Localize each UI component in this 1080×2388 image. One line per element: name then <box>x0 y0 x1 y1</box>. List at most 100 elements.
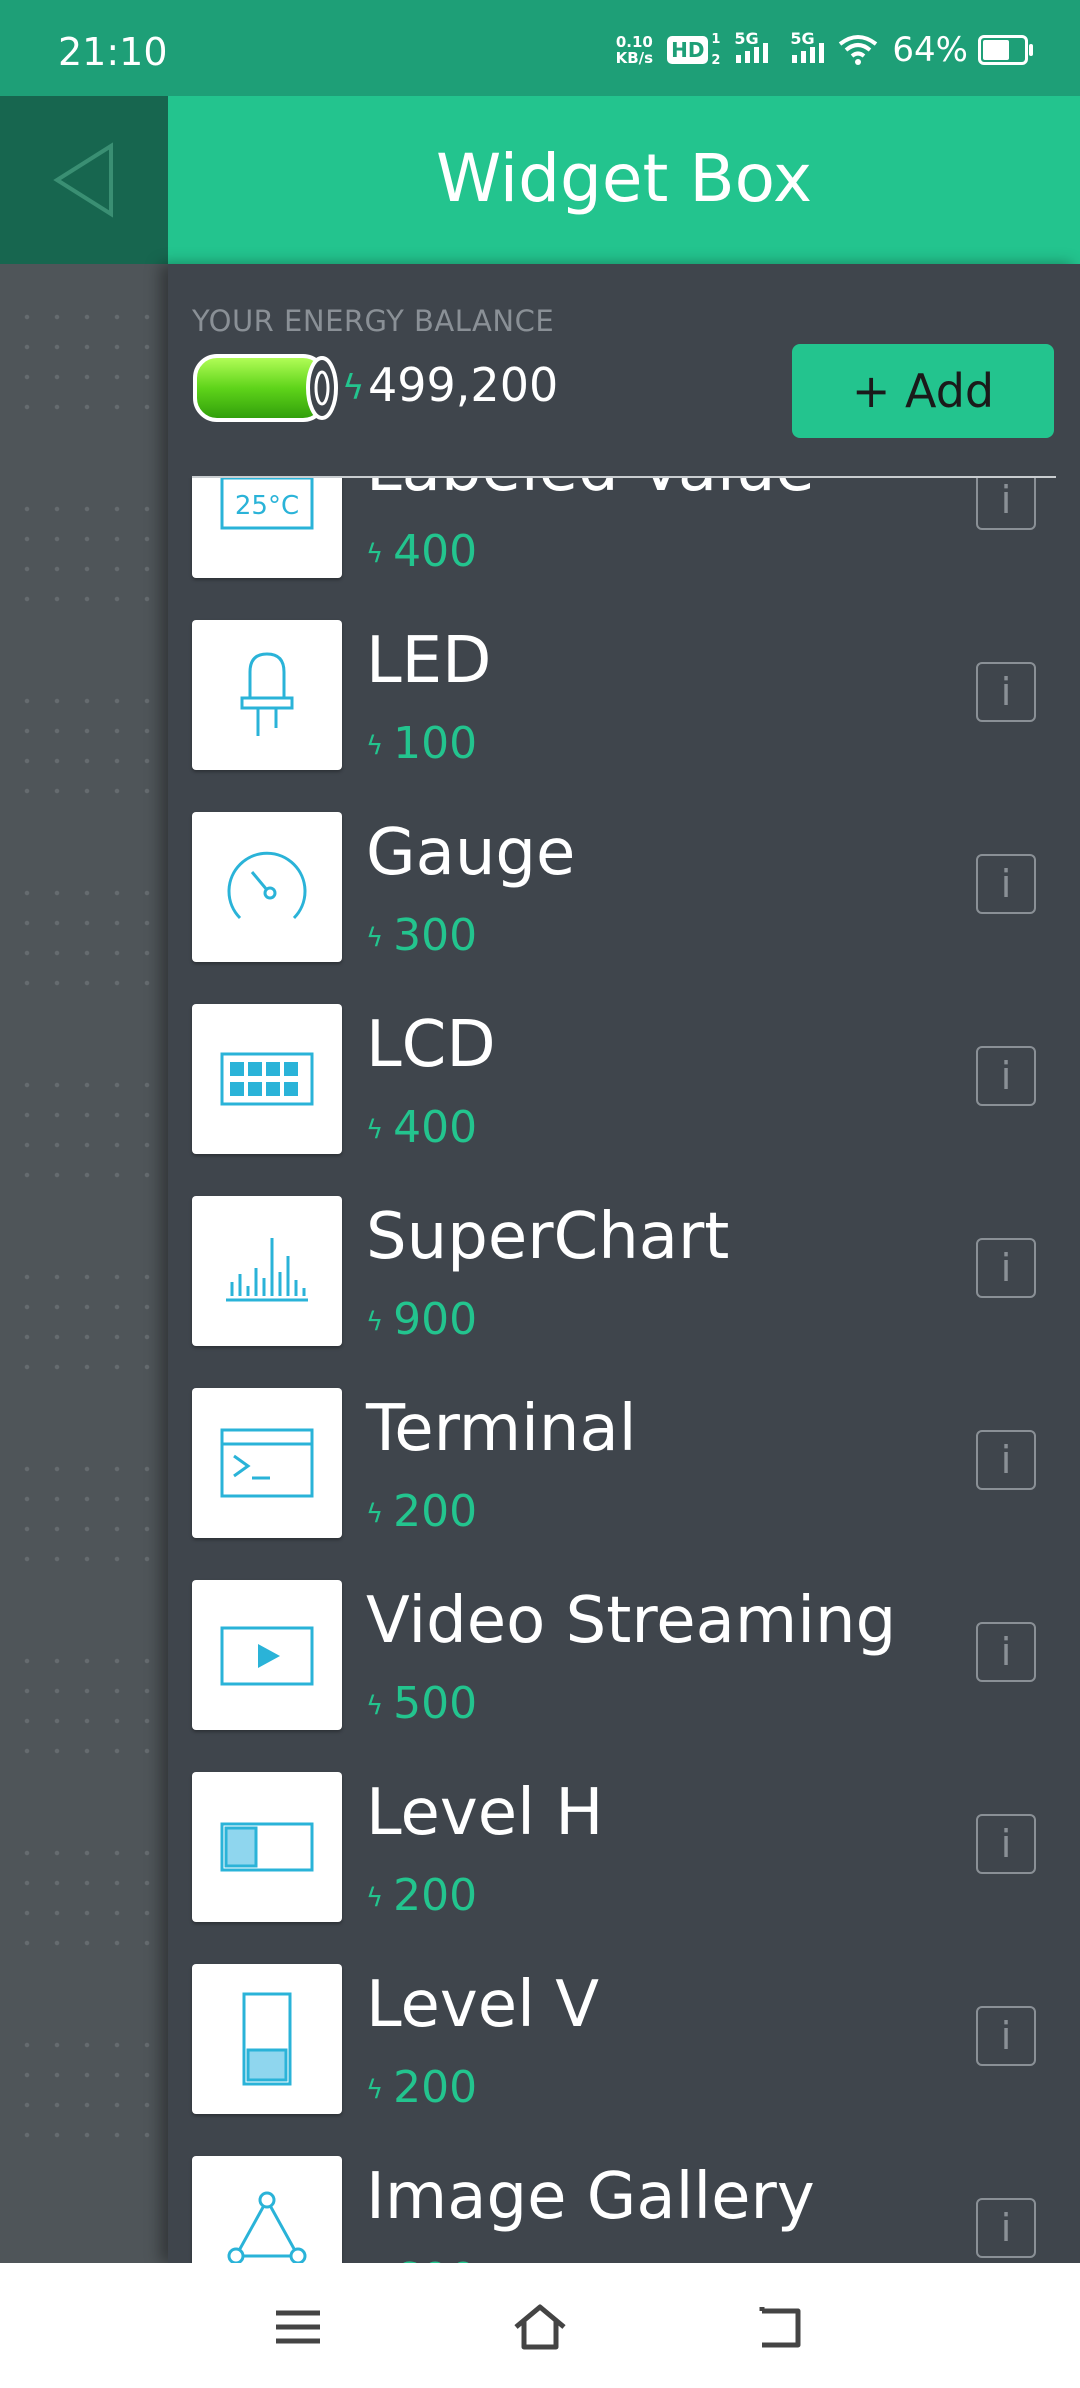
widget-item-video-streaming[interactable]: Video Streaming ϟ 500 i <box>168 1560 1080 1752</box>
bolt-icon: ϟ <box>366 923 384 953</box>
bolt-icon: ϟ <box>366 2075 384 2105</box>
bolt-icon: ϟ <box>366 1691 384 1721</box>
info-button[interactable]: i <box>976 2198 1036 2258</box>
info-button[interactable]: i <box>976 1238 1036 1298</box>
widget-cost-value: 100 <box>393 718 478 769</box>
widget-cost: ϟ 400 <box>366 526 477 577</box>
sim2-label: 5G <box>790 29 815 48</box>
widget-box-panel: YOUR ENERGY BALANCE ϟ 499,200 + Add 25°C <box>168 264 1080 2263</box>
hd-voice-icon: HD 1 2 <box>667 32 720 68</box>
system-navigation-bar <box>0 2263 1080 2388</box>
widget-item-terminal[interactable]: Terminal ϟ 200 i <box>168 1368 1080 1560</box>
hd-sub: 2 <box>711 53 721 68</box>
info-button[interactable]: i <box>976 1430 1036 1490</box>
widget-cost: ϟ 300 <box>366 910 477 961</box>
network-speed: 0.10 KB/s <box>616 34 653 66</box>
widget-cost-value: 600 <box>393 2254 477 2263</box>
widget-list[interactable]: 25°C Labeled Value ϟ400 i LED ϟ10 <box>168 478 1080 2263</box>
widget-cost: ϟ 900 <box>366 1294 477 1345</box>
energy-balance-value: 499,200 <box>368 358 559 412</box>
widget-item-level-h[interactable]: Level H ϟ 200 i <box>168 1752 1080 1944</box>
status-bar: 21:10 0.10 KB/s HD 1 2 5G 5G 64% <box>0 0 1080 96</box>
bolt-icon: ϟ <box>366 1115 384 1145</box>
home-icon[interactable] <box>512 2299 568 2355</box>
status-icons: 0.10 KB/s HD 1 2 5G 5G 64% <box>616 26 1033 74</box>
widget-cost-value: 200 <box>393 2062 478 2113</box>
image-gallery-icon <box>192 2156 342 2263</box>
network-speed-unit: KB/s <box>615 49 654 67</box>
signal-icon-sim2: 5G <box>790 29 825 63</box>
level-v-icon <box>192 1964 342 2114</box>
widget-item-lcd[interactable]: LCD ϟ 400 i <box>168 984 1080 1176</box>
app-header: Widget Box <box>168 96 1080 264</box>
terminal-icon <box>192 1388 342 1538</box>
battery-percent: 64% <box>892 30 968 70</box>
widget-name: SuperChart <box>366 1200 730 1274</box>
clock: 21:10 <box>58 30 168 74</box>
widget-name: Level H <box>366 1776 604 1850</box>
wifi-icon <box>839 35 878 65</box>
hd-sup: 1 <box>711 32 721 47</box>
widget-cost-value: 400 <box>393 526 478 577</box>
widget-item-labeled-value[interactable]: 25°C Labeled Value ϟ 400 i <box>168 478 1080 600</box>
widget-cost: ϟ 500 <box>366 1678 477 1729</box>
info-button[interactable]: i <box>976 2006 1036 2066</box>
video-streaming-icon <box>192 1580 342 1730</box>
signal-icon-sim1: 5G <box>734 29 769 63</box>
widget-cost: ϟ 200 <box>366 1870 477 1921</box>
widget-name: Terminal <box>366 1392 637 1466</box>
dashboard-canvas[interactable] <box>0 96 168 2263</box>
widget-name: Gauge <box>366 816 576 890</box>
superchart-icon <box>192 1196 342 1346</box>
info-button[interactable]: i <box>976 662 1036 722</box>
menu-icon[interactable] <box>270 2299 326 2355</box>
led-icon <box>192 620 342 770</box>
widget-item-led[interactable]: LED ϟ 100 i <box>168 600 1080 792</box>
widget-item-superchart[interactable]: SuperChart ϟ 900 i <box>168 1176 1080 1368</box>
widget-cost-value: 300 <box>393 910 478 961</box>
level-h-icon <box>192 1772 342 1922</box>
widget-cost: ϟ 200 <box>366 2062 477 2113</box>
energy-battery-icon <box>193 354 338 422</box>
widget-item-image-gallery[interactable]: Image Gallery ϟ600 i <box>168 2136 1080 2263</box>
widget-name: LCD <box>366 1008 496 1082</box>
info-button[interactable]: i <box>976 1814 1036 1874</box>
network-speed-value: 0.10 <box>615 33 653 51</box>
page-title: Widget Box <box>435 140 813 217</box>
widget-item-gauge[interactable]: Gauge ϟ 300 i <box>168 792 1080 984</box>
widget-name: LED <box>366 624 492 698</box>
energy-balance-label: YOUR ENERGY BALANCE <box>192 304 555 338</box>
add-energy-button[interactable]: + Add <box>792 344 1054 438</box>
info-button[interactable]: i <box>976 1046 1036 1106</box>
lcd-icon <box>192 1004 342 1154</box>
widget-cost-value: 900 <box>393 1294 478 1345</box>
back-arrow-icon <box>53 142 113 218</box>
sim1-label: 5G <box>734 29 759 48</box>
gauge-icon <box>192 812 342 962</box>
bolt-icon: ϟ <box>366 1883 384 1913</box>
bolt-icon: ϟ <box>366 731 384 761</box>
widget-name: Labeled Value <box>366 478 815 506</box>
widget-cost-value: 200 <box>393 1870 478 1921</box>
widget-name: Image Gallery <box>366 2160 815 2234</box>
battery-icon <box>978 35 1033 65</box>
widget-cost: ϟ 100 <box>366 718 477 769</box>
back-button[interactable] <box>0 96 168 264</box>
widget-name: Level V <box>366 1968 600 2042</box>
back-icon[interactable] <box>752 2299 808 2355</box>
info-button[interactable]: i <box>976 854 1036 914</box>
widget-name: Video Streaming <box>366 1584 897 1658</box>
labeled-value-thumb-text: 25°C <box>235 491 299 521</box>
energy-bolt-icon: ϟ <box>342 368 365 408</box>
labeled-value-icon: 25°C <box>192 478 342 578</box>
widget-cost: ϟ 400 <box>366 1102 477 1153</box>
battery-indicator: 64% <box>892 30 1033 70</box>
widget-item-level-v[interactable]: Level V ϟ 200 i <box>168 1944 1080 2136</box>
info-button[interactable]: i <box>976 478 1036 530</box>
bolt-icon: ϟ <box>366 1499 384 1529</box>
bolt-icon: ϟ <box>366 539 384 569</box>
widget-cost: ϟ600 <box>366 2254 477 2263</box>
bolt-icon: ϟ <box>366 1307 384 1337</box>
info-button[interactable]: i <box>976 1622 1036 1682</box>
widget-cost-value: 200 <box>393 1486 478 1537</box>
